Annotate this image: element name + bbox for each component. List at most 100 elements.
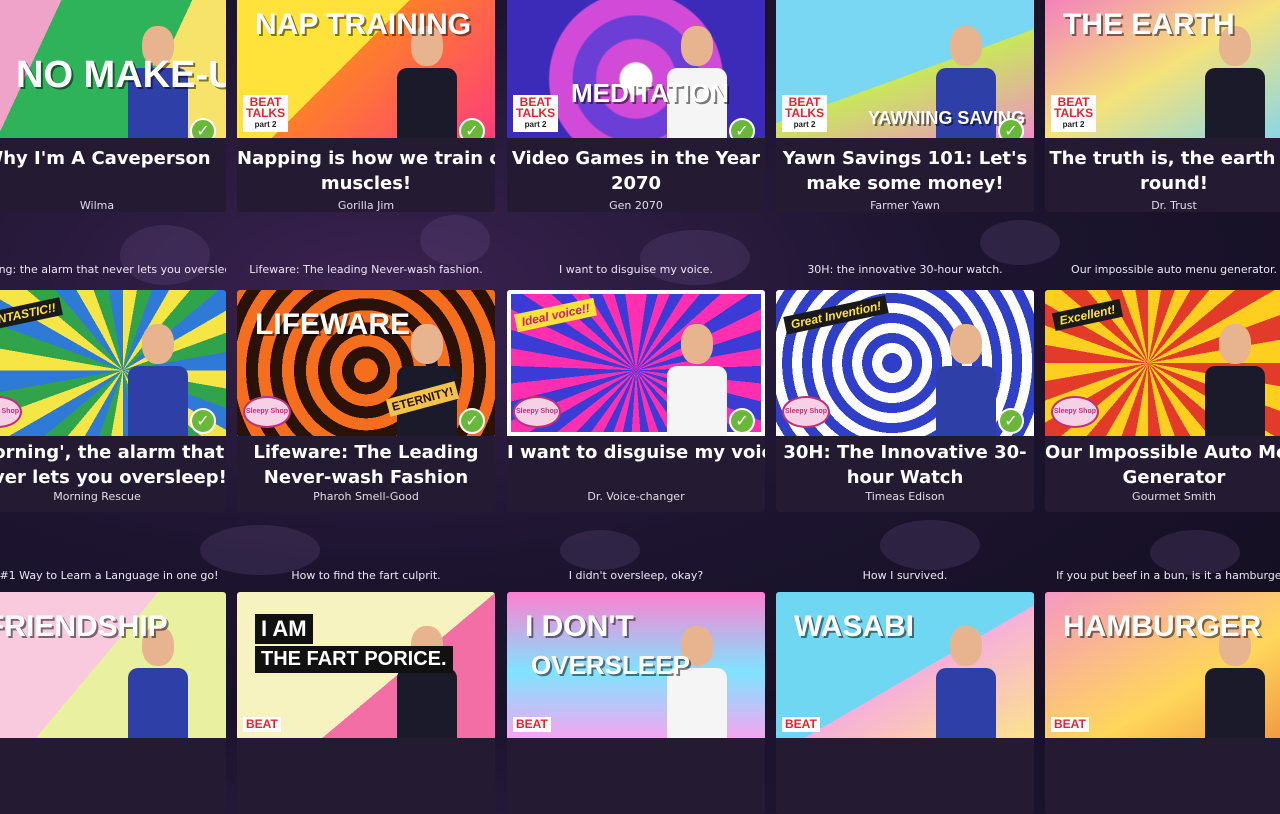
video-author: Gorilla Jim xyxy=(337,199,395,212)
completed-check-icon: ✓ xyxy=(729,118,755,138)
video-thumbnail[interactable]: Great Invention! Sleepy Shop ✓ xyxy=(776,290,1034,436)
completed-check-icon: ✓ xyxy=(459,408,485,434)
video-card[interactable]: LIFEWARE ETERNITY! Sleepy Shop ✓ Lifeware: T… xyxy=(237,290,495,512)
video-author: Dr. Voice-changer xyxy=(587,490,685,503)
video-thumbnail[interactable]: Excellent! Sleepy Shop xyxy=(1045,290,1280,436)
video-title-line: round! xyxy=(1140,173,1208,194)
video-thumbnail[interactable]: FRIENDSHIP xyxy=(0,592,226,738)
video-title-line: Napping is how we train our xyxy=(237,148,495,169)
video-title-line: Lifeware: The Leading xyxy=(253,442,479,463)
thumbnail-caption: Ideal voice!! xyxy=(514,297,598,333)
video-thumbnail[interactable]: I AM THE FART PORICE. BEAT xyxy=(237,592,495,738)
video-thumbnail[interactable]: I DON'T OVERSLEEP BEAT xyxy=(507,592,765,738)
beat-talks-brand-2: TALKS xyxy=(246,106,286,120)
thumbnail-caption-secondary: THE FART PORICE. xyxy=(255,646,453,673)
video-subtitle: Morning: the alarm that never lets you o… xyxy=(0,263,226,276)
video-card[interactable]: FANTASTIC!! Sleepy Shop ✓ 'Morning', the al… xyxy=(0,290,226,512)
video-thumbnail[interactable]: WASABI BEAT xyxy=(776,592,1034,738)
video-thumbnail[interactable]: MEDITATION BEAT TALKS part 2 ✓ xyxy=(507,0,765,138)
video-card[interactable]: Ideal voice!! Sleepy Shop ✓ I want to disgu… xyxy=(507,290,765,512)
thumbnail-caption: Great Invention! xyxy=(783,295,889,335)
video-author: Gourmet Smith xyxy=(1132,490,1216,503)
video-card[interactable]: I DON'T OVERSLEEP BEAT xyxy=(507,592,765,814)
video-title: The truth is, the earth is round! xyxy=(1045,146,1280,196)
video-thumbnail[interactable]: FANTASTIC!! Sleepy Shop ✓ xyxy=(0,290,226,436)
thumbnail-caption: LIFEWARE xyxy=(255,308,410,341)
video-thumbnail[interactable]: Ideal voice!! Sleepy Shop ✓ xyxy=(507,290,765,436)
video-title-line: Yawn Savings 101: Let's xyxy=(782,148,1028,169)
video-author: Farmer Yawn xyxy=(870,199,940,212)
video-title-line: The truth is, the earth is xyxy=(1049,148,1280,169)
sleepy-shop-logo: Sleepy Shop xyxy=(0,396,22,428)
beat-talks-brand-2: TALKS xyxy=(785,106,825,120)
beat-talks-part: part 2 xyxy=(793,120,816,129)
thumbnail-caption: HAMBURGER xyxy=(1063,610,1262,643)
video-thumbnail[interactable]: THE EARTH BEAT TALKS part 2 xyxy=(1045,0,1280,138)
video-card[interactable]: THE EARTH BEAT TALKS part 2 The truth is, th… xyxy=(1045,0,1280,212)
video-card[interactable]: MEDITATION BEAT TALKS part 2 ✓ Video Games in… xyxy=(507,0,765,212)
beat-talks-logo: BEAT xyxy=(243,717,281,732)
video-card[interactable]: NAP TRAINING BEAT TALKS part 2 ✓ Napping is h… xyxy=(237,0,495,212)
video-title-line: I want to disguise my voice. xyxy=(507,442,765,463)
thumbnail-caption: FRIENDSHIP xyxy=(0,610,168,643)
thumbnail-caption: NAP TRAINING xyxy=(255,8,472,41)
beat-talks-part: part 2 xyxy=(524,120,547,129)
video-card[interactable]: HAMBURGER BEAT xyxy=(1045,592,1280,814)
completed-check-icon: ✓ xyxy=(998,408,1024,434)
character-illustration xyxy=(128,306,188,436)
video-title-line: Generator xyxy=(1122,467,1226,488)
video-title-line: make some money! xyxy=(806,173,1004,194)
video-card[interactable]: FRIENDSHIP xyxy=(0,592,226,814)
video-thumbnail[interactable]: LIFEWARE ETERNITY! Sleepy Shop ✓ xyxy=(237,290,495,436)
video-subtitle: Lifeware: The leading Never-wash fashion… xyxy=(249,263,483,276)
video-subtitle: If you put beef in a bun, is it a hambur… xyxy=(1056,569,1280,582)
beat-talks-brand: BEAT xyxy=(785,717,817,731)
video-card[interactable]: WASABI BEAT xyxy=(776,592,1034,814)
video-subtitle: Our impossible auto menu generator. xyxy=(1071,263,1277,276)
video-subtitle: How to find the fart culprit. xyxy=(291,569,441,582)
thumbnail-caption: MEDITATION xyxy=(571,78,729,108)
video-title: 'Morning', the alarm that never lets you … xyxy=(0,440,226,490)
beat-talks-part: part 2 xyxy=(1062,120,1085,129)
thumbnail-caption: I AM xyxy=(255,614,313,644)
video-title-line: Video Games in the Year xyxy=(511,148,761,169)
video-card[interactable]: I AM THE FART PORICE. BEAT xyxy=(237,592,495,814)
video-title-line: Our Impossible Auto Menu xyxy=(1045,442,1280,463)
video-title: I want to disguise my voice. xyxy=(507,440,765,465)
video-card[interactable]: YAWNING SAVING BEAT TALKS part 2 ✓ Yawn Savin… xyxy=(776,0,1034,212)
beat-talks-brand-2: TALKS xyxy=(516,106,556,120)
video-thumbnail[interactable]: YAWNING SAVING BEAT TALKS part 2 ✓ xyxy=(776,0,1034,138)
video-author: Morning Rescue xyxy=(53,490,141,503)
beat-talks-brand: BEAT xyxy=(246,717,278,731)
video-card[interactable]: Excellent! Sleepy Shop Our Impossible Auto… xyxy=(1045,290,1280,512)
character-illustration xyxy=(936,306,996,436)
video-subtitle: I want to disguise my voice. xyxy=(559,263,713,276)
sleepy-shop-logo: Sleepy Shop xyxy=(1051,396,1099,428)
thumbnail-caption: I DON'T xyxy=(525,610,634,643)
completed-check-icon: ✓ xyxy=(190,408,216,434)
video-subtitle: The #1 Way to Learn a Language in one go… xyxy=(0,569,219,582)
video-title-line: never lets you oversleep! xyxy=(0,467,226,488)
sleepy-shop-logo: Sleepy Shop xyxy=(243,396,291,428)
video-card[interactable]: NO MAKE-UP! ✓ Why I'm A Caveperson Wilma xyxy=(0,0,226,212)
video-author: Pharoh Smell-Good xyxy=(313,490,419,503)
video-title: 30H: The Innovative 30- hour Watch xyxy=(776,440,1034,490)
thumbnail-caption-secondary: OVERSLEEP xyxy=(531,650,690,680)
beat-talks-logo: BEAT xyxy=(1051,717,1089,732)
video-thumbnail[interactable]: HAMBURGER BEAT xyxy=(1045,592,1280,738)
video-card[interactable]: Great Invention! Sleepy Shop ✓ 30H: The Inn… xyxy=(776,290,1034,512)
character-illustration xyxy=(936,608,996,738)
completed-check-icon: ✓ xyxy=(190,118,216,138)
sleepy-shop-logo: Sleepy Shop xyxy=(782,396,830,428)
video-author: Dr. Trust xyxy=(1151,199,1197,212)
video-title-line: 2070 xyxy=(610,173,662,194)
video-subtitle: How I survived. xyxy=(862,569,948,582)
video-thumbnail[interactable]: NO MAKE-UP! ✓ xyxy=(0,0,226,138)
completed-check-icon: ✓ xyxy=(729,408,755,434)
video-title: Napping is how we train our muscles! xyxy=(237,146,495,196)
completed-check-icon: ✓ xyxy=(998,118,1024,138)
video-title: Why I'm A Caveperson xyxy=(0,146,226,171)
character-illustration xyxy=(397,608,457,738)
beat-talks-brand-2: TALKS xyxy=(1054,106,1094,120)
video-thumbnail[interactable]: NAP TRAINING BEAT TALKS part 2 ✓ xyxy=(237,0,495,138)
